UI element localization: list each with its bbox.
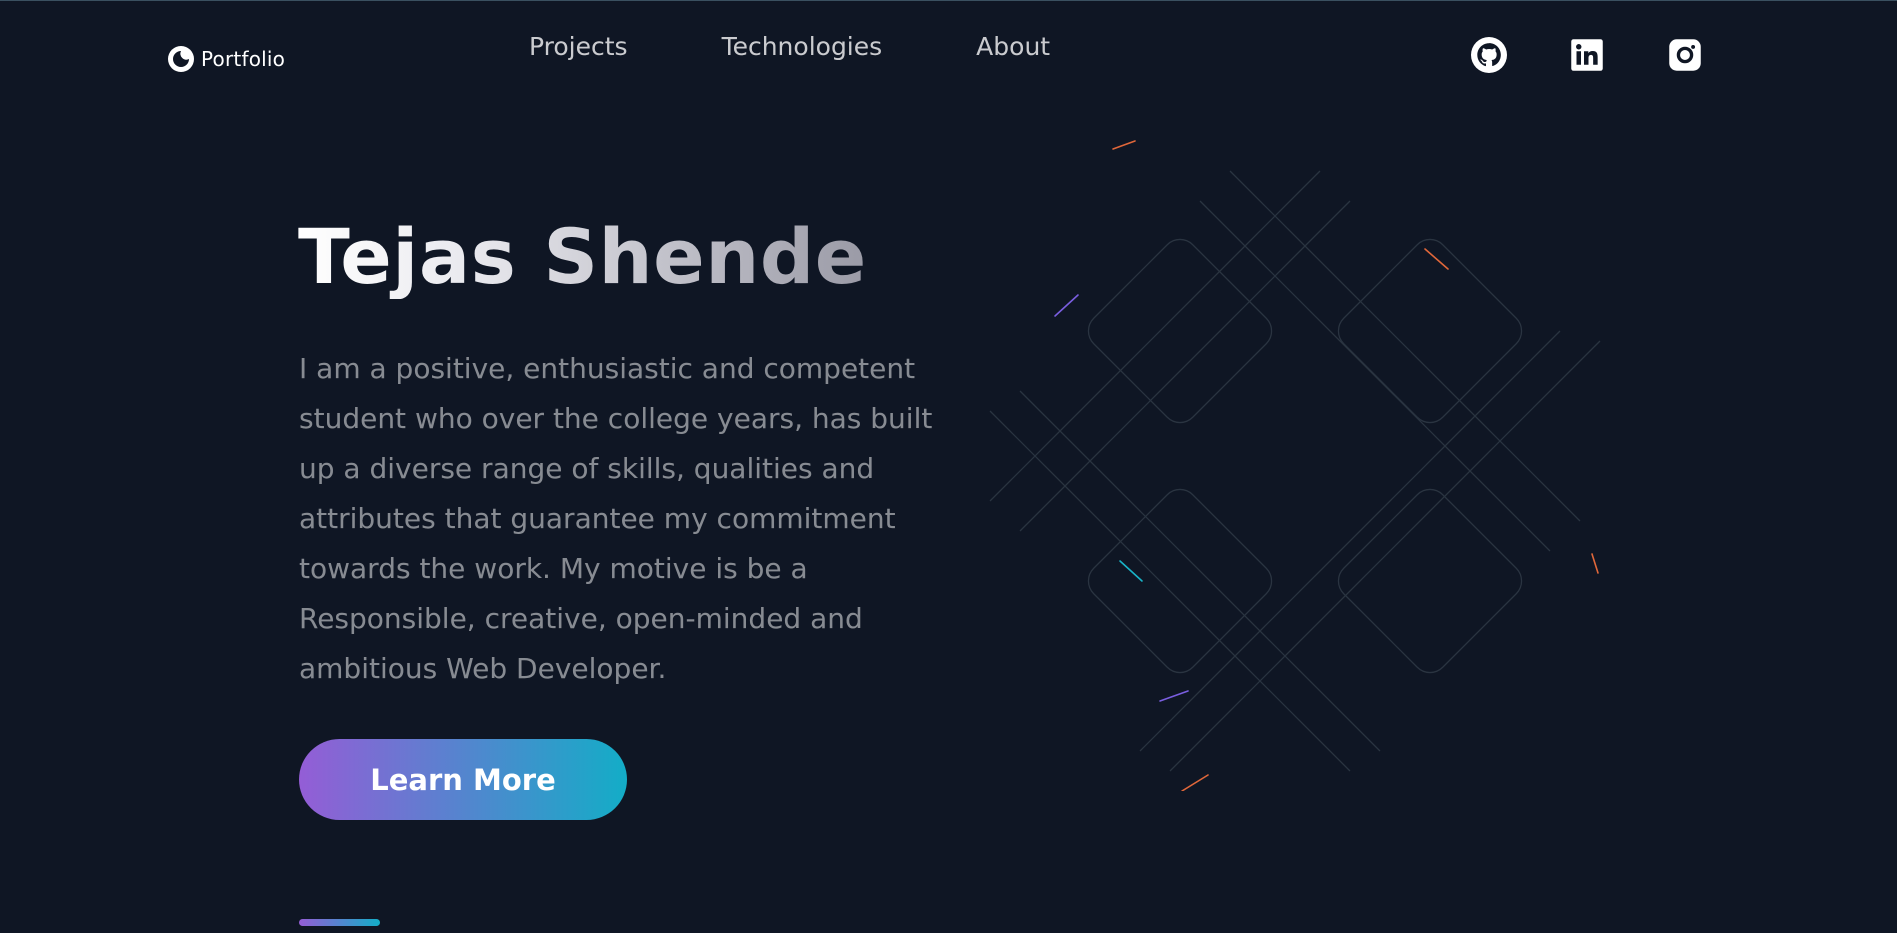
github-icon bbox=[1471, 37, 1507, 73]
instagram-icon bbox=[1669, 39, 1701, 71]
logo-link[interactable]: Portfolio bbox=[167, 45, 285, 73]
pattern-cell bbox=[1087, 238, 1273, 424]
portfolio-page: Portfolio Projects Technologies About Te… bbox=[0, 0, 1897, 933]
streak bbox=[1424, 248, 1449, 270]
background-pattern bbox=[989, 140, 1601, 791]
hero-description: I am a positive, enthusiastic and compet… bbox=[299, 352, 933, 685]
pattern-cell bbox=[1337, 238, 1523, 424]
learn-more-button[interactable]: Learn More bbox=[299, 739, 627, 820]
hero-title: Tejas Shende bbox=[298, 212, 867, 301]
streak bbox=[1119, 560, 1143, 582]
streak bbox=[1591, 553, 1599, 574]
linkedin-icon bbox=[1571, 39, 1603, 71]
streak bbox=[1159, 690, 1189, 702]
section-divider bbox=[299, 919, 380, 926]
linkedin-link[interactable] bbox=[1569, 37, 1605, 73]
logo-text: Portfolio bbox=[201, 47, 286, 71]
logo-icon bbox=[168, 46, 194, 72]
social-links bbox=[1471, 37, 1703, 73]
streak bbox=[1181, 774, 1209, 791]
github-link[interactable] bbox=[1471, 37, 1507, 73]
nav-link-about[interactable]: About bbox=[976, 32, 1050, 61]
main-nav: Projects Technologies About bbox=[529, 32, 1144, 61]
nav-link-technologies[interactable]: Technologies bbox=[722, 32, 883, 61]
nav-link-projects[interactable]: Projects bbox=[529, 32, 628, 61]
streak bbox=[1112, 140, 1136, 150]
instagram-link[interactable] bbox=[1667, 37, 1703, 73]
pattern-cell bbox=[1087, 488, 1273, 674]
streak bbox=[1054, 294, 1079, 317]
